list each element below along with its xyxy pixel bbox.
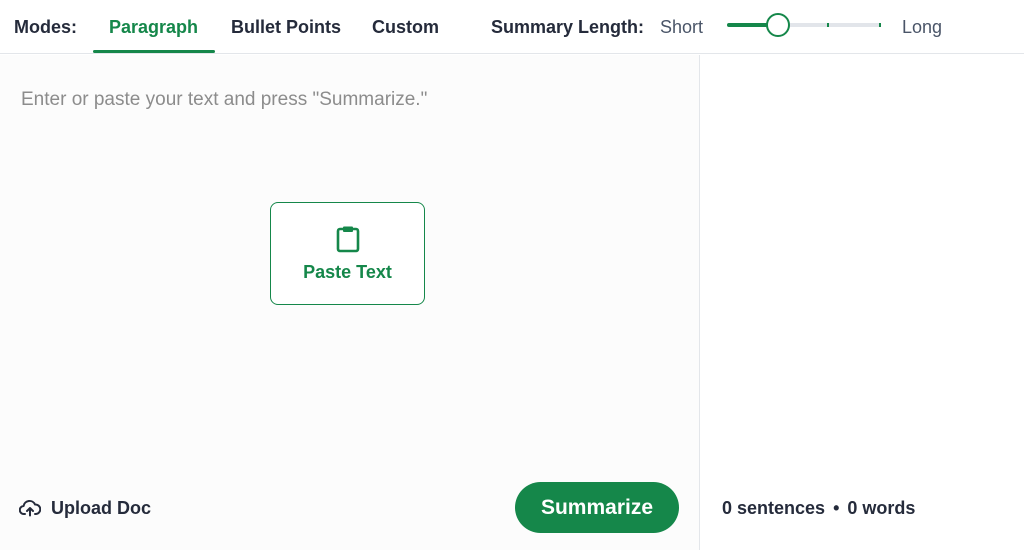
sentence-count: 0 sentences xyxy=(722,498,826,518)
summary-length-label: Summary Length: xyxy=(491,17,645,37)
word-count: 0 words xyxy=(847,498,916,518)
clipboard-icon xyxy=(336,226,359,252)
active-tab-underline xyxy=(93,50,215,53)
tab-paragraph[interactable]: Paragraph xyxy=(109,17,198,54)
paste-text-label: Paste Text xyxy=(303,261,392,282)
modes-label: Modes: xyxy=(14,17,77,37)
length-long-label: Long xyxy=(902,17,943,37)
summary-stats: 0 sentences • 0 words xyxy=(722,498,915,519)
tab-bullet-points[interactable]: Bullet Points xyxy=(231,17,341,54)
slider-tick xyxy=(879,23,881,27)
cloud-upload-icon xyxy=(19,500,41,517)
paste-text-button[interactable]: Paste Text xyxy=(270,202,425,305)
input-panel: Paste Text Upload Doc Summarize xyxy=(0,55,700,550)
upload-doc-button[interactable]: Upload Doc xyxy=(19,496,151,520)
output-panel: 0 sentences • 0 words xyxy=(701,55,1024,550)
length-short-label: Short xyxy=(660,17,704,37)
stats-separator: • xyxy=(833,498,840,518)
slider-tick xyxy=(826,23,829,27)
summarizer-app: Modes: Paragraph Bullet Points Custom Su… xyxy=(0,0,1024,550)
upload-doc-label: Upload Doc xyxy=(51,497,152,518)
tab-custom[interactable]: Custom xyxy=(372,17,439,54)
slider-thumb[interactable] xyxy=(765,13,790,37)
summary-length-slider[interactable] xyxy=(727,13,881,37)
summarize-button[interactable]: Summarize xyxy=(515,482,679,533)
mode-toolbar: Modes: Paragraph Bullet Points Custom Su… xyxy=(0,0,1024,54)
